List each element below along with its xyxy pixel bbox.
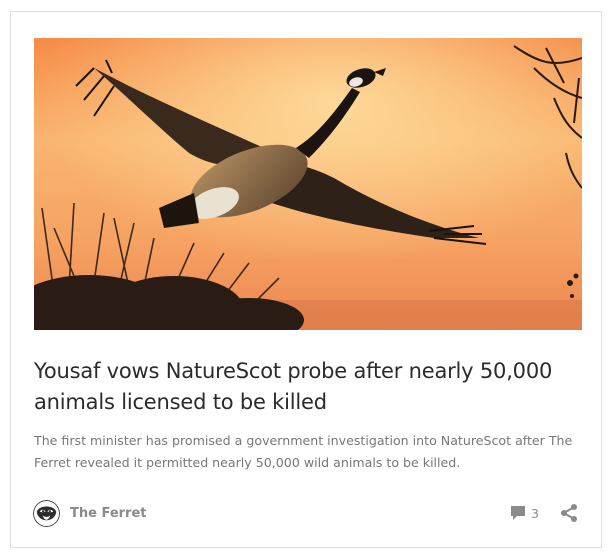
article-excerpt: The first minister has promised a govern… xyxy=(34,433,573,470)
ferret-logo-icon xyxy=(33,499,60,527)
article-card: Yousaf vows NatureScot probe after nearl… xyxy=(10,11,602,548)
comments-link[interactable]: 3 xyxy=(510,505,539,521)
article-image[interactable] xyxy=(34,38,582,330)
speech-bubble-icon xyxy=(511,506,525,520)
author-name[interactable]: The Ferret xyxy=(70,506,147,521)
article-title[interactable]: Yousaf vows NatureScot probe after nearl… xyxy=(34,356,554,418)
author-link[interactable]: The Ferret xyxy=(33,499,147,527)
comment-count: 3 xyxy=(531,505,539,521)
share-icon[interactable] xyxy=(559,503,579,523)
